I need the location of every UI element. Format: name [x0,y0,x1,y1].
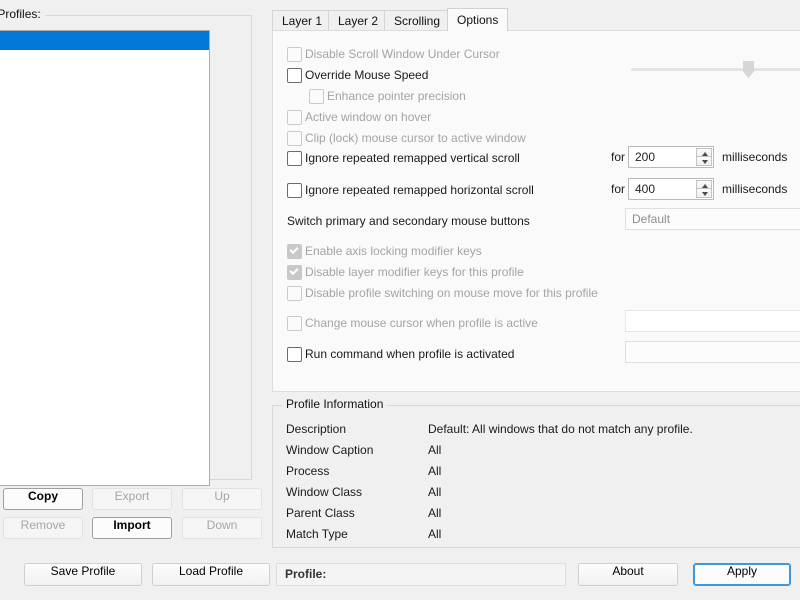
milliseconds-label-horizontal: milliseconds [722,182,788,196]
window-profiles-group: dow Profiles: [0,7,252,486]
checkbox-clip-lock-mouse-cursor: Clip (lock) mouse cursor to active windo… [287,130,526,146]
horizontal-delay-spinner[interactable] [628,178,714,200]
spin-up-icon[interactable] [696,148,712,157]
window-profiles-legend: dow Profiles: [0,7,45,21]
vertical-delay-spinner[interactable] [628,146,714,168]
spin-up-icon[interactable] [696,180,712,189]
options-panel: Disable Scroll Window Under Cursor Overr… [272,30,800,392]
copy-button[interactable]: Copy [3,488,83,510]
tab-strip: Layer 1 Layer 2 Scrolling Options [272,8,800,31]
info-value: All [428,527,442,541]
info-key: Window Class [286,485,363,499]
remove-button: Remove [3,517,83,539]
move-down-button: Down [182,517,262,539]
info-value: All [428,506,442,520]
tab-scrolling[interactable]: Scrolling [384,10,451,31]
about-button[interactable]: About [578,563,678,586]
switch-primary-secondary-label: Switch primary and secondary mouse butto… [287,214,530,228]
mouse-profile-settings-window: dow Profiles: Copy Export Up Remove Impo… [0,0,800,600]
info-key: Match Type [286,527,348,541]
export-button: Export [92,488,172,510]
move-up-button: Up [182,488,262,510]
switch-buttons-combo[interactable]: Default [625,208,800,230]
checkbox-change-mouse-cursor: Change mouse cursor when profile is acti… [287,315,538,331]
profile-listbox[interactable] [0,30,210,486]
info-value: Default: All windows that do not match a… [428,422,693,436]
checkbox-run-command-on-activate[interactable]: Run command when profile is activated [287,346,514,362]
checkbox-enhance-pointer-precision: Enhance pointer precision [309,88,466,104]
checkbox-ignore-repeated-vertical-scroll[interactable]: Ignore repeated remapped vertical scroll [287,150,520,166]
info-value: All [428,485,442,499]
apply-button[interactable]: Apply [693,563,791,586]
spin-down-icon[interactable] [696,157,712,166]
for-label-horizontal: for [611,182,626,196]
checkbox-ignore-repeated-horizontal-scroll[interactable]: Ignore repeated remapped horizontal scro… [287,182,534,198]
load-profile-button[interactable]: Load Profile [152,563,270,586]
milliseconds-label-vertical: milliseconds [722,150,788,164]
import-button[interactable]: Import [92,517,172,539]
checkbox-disable-layer-modifier-keys: Disable layer modifier keys for this pro… [287,264,524,280]
profile-name-field[interactable]: Profile: [276,563,566,586]
spin-down-icon[interactable] [696,189,712,198]
list-item[interactable] [0,31,209,50]
checkbox-disable-profile-switching: Disable profile switching on mouse move … [287,285,598,301]
profile-information-group: Profile Information Description Default:… [272,397,800,548]
info-key: Parent Class [286,506,355,520]
tab-layer-1[interactable]: Layer 1 [272,10,333,31]
info-value: All [428,443,442,457]
run-command-input[interactable] [625,341,800,363]
cursor-path-input[interactable] [625,310,800,332]
save-profile-button[interactable]: Save Profile [24,563,142,586]
slider-thumb [743,61,754,78]
checkbox-override-mouse-speed[interactable]: Override Mouse Speed [287,67,428,83]
mouse-speed-slider [631,58,800,80]
vertical-delay-spin-buttons[interactable] [696,148,712,166]
horizontal-delay-spin-buttons[interactable] [696,180,712,198]
tab-options[interactable]: Options [447,8,509,31]
info-value: All [428,464,442,478]
checkbox-active-window-on-hover: Active window on hover [287,109,431,125]
tab-layer-2[interactable]: Layer 2 [328,10,389,31]
slider-track [631,68,800,71]
for-label-vertical: for [611,150,626,164]
info-key: Window Caption [286,443,374,457]
checkbox-disable-scroll-window-under-cursor: Disable Scroll Window Under Cursor [287,46,500,62]
profile-information-legend: Profile Information [282,397,388,411]
checkbox-enable-axis-locking: Enable axis locking modifier keys [287,243,482,259]
info-key: Description [286,422,347,436]
info-key: Process [286,464,330,478]
